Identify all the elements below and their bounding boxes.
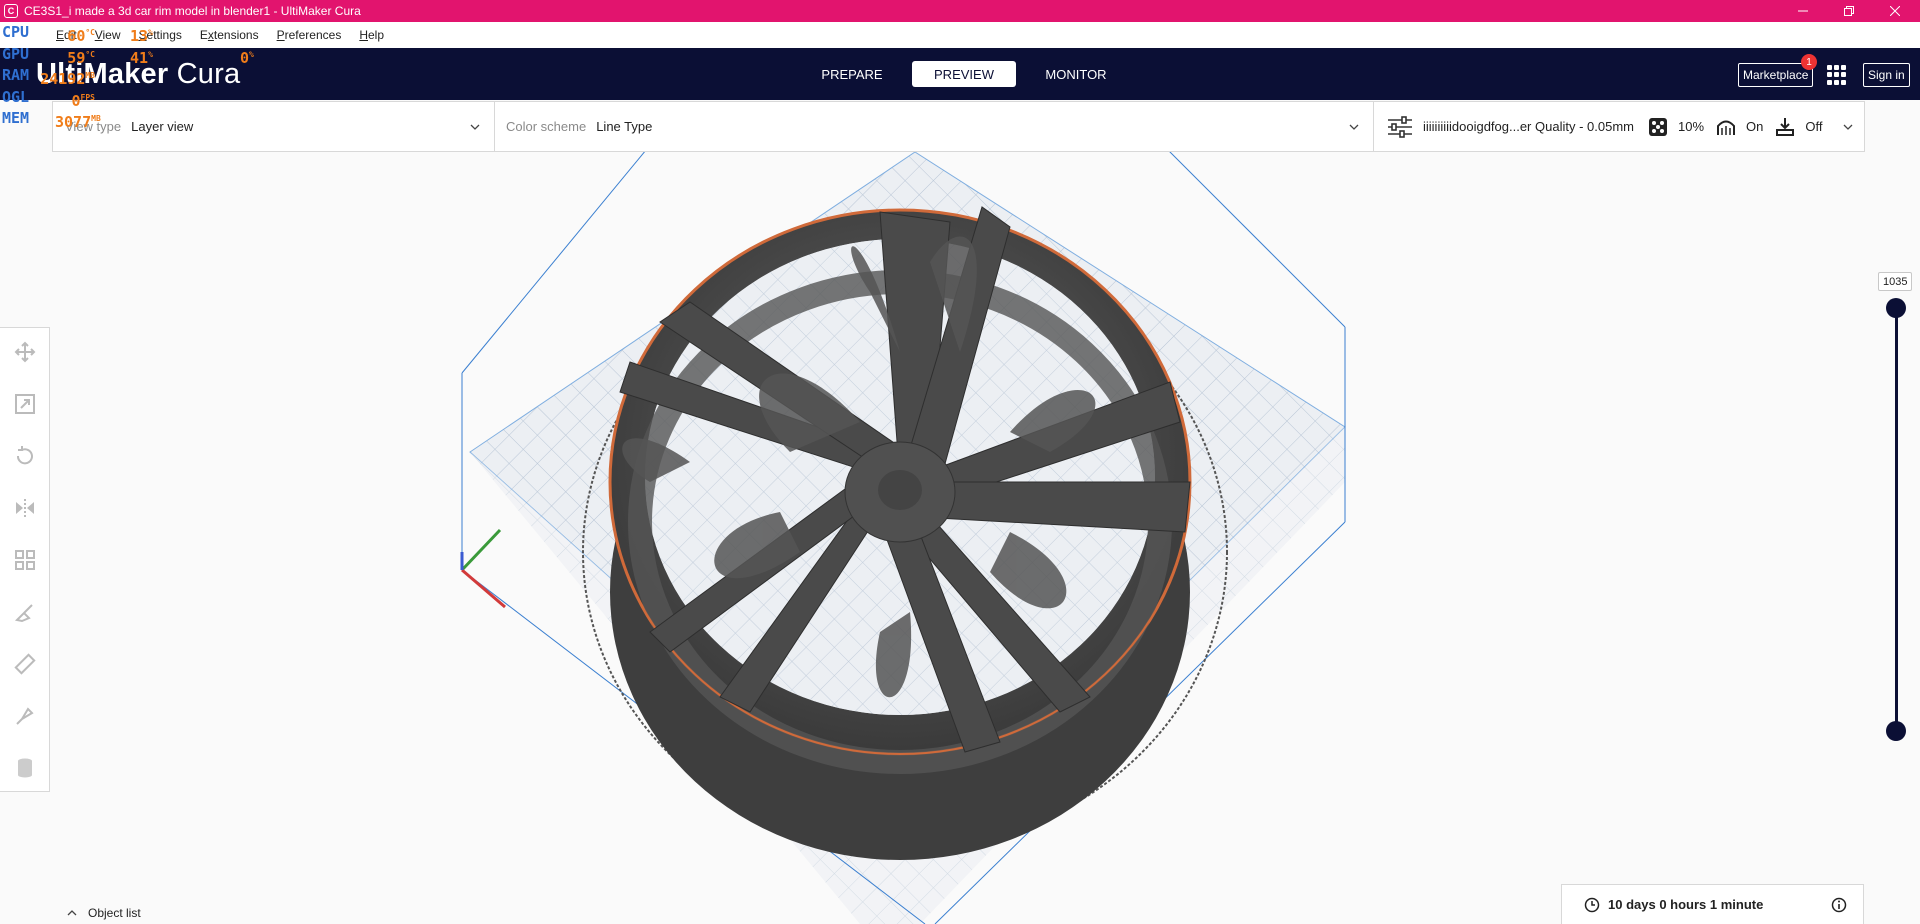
model-tools-toolbar: [0, 327, 50, 792]
rotate-tool-button[interactable]: [13, 444, 37, 468]
rim-model: [608, 206, 1192, 860]
paint-icon: [16, 707, 34, 725]
chevron-up-icon: [67, 910, 77, 916]
profile-name: iiiiiiiiiidooigdfog...er Quality - 0.05m…: [1423, 119, 1634, 134]
color-scheme-value: Line Type: [596, 119, 653, 134]
marketplace-notification-badge: 1: [1801, 54, 1817, 70]
cura-app-icon: C: [4, 4, 18, 18]
print-time-estimate: 10 days 0 hours 1 minute: [1608, 897, 1764, 912]
title-bar: C CE3S1_i made a 3d car rim model in ble…: [0, 0, 1920, 22]
per-model-settings-icon: [15, 550, 35, 570]
menu-preferences[interactable]: Preferences: [277, 28, 342, 42]
current-layer-label: 1035: [1878, 272, 1913, 291]
menu-view[interactable]: View: [95, 28, 121, 42]
sign-in-button[interactable]: Sign in: [1863, 63, 1910, 87]
layer-slider-upper-handle[interactable]: [1886, 298, 1906, 318]
3d-viewport[interactable]: [0, 152, 1920, 924]
adhesion-value: Off: [1805, 119, 1823, 134]
mirror-tool-button[interactable]: [13, 496, 37, 520]
stage-tabs: PREPARE PREVIEW MONITOR: [800, 61, 1128, 87]
move-tool-button[interactable]: [13, 340, 37, 364]
object-list-label: Object list: [88, 906, 141, 920]
infill-value: 10%: [1677, 119, 1705, 134]
support-icon: [1717, 120, 1736, 135]
app-header: UltiMaker Cura PREPARE PREVIEW MONITOR M…: [0, 48, 1920, 100]
print-estimate-panel: 10 days 0 hours 1 minute: [1561, 884, 1864, 924]
window-title: CE3S1_i made a 3d car rim model in blend…: [24, 4, 361, 18]
tab-monitor[interactable]: MONITOR: [1024, 61, 1128, 87]
menu-help[interactable]: Help: [359, 28, 384, 42]
info-icon[interactable]: [1831, 897, 1847, 913]
view-type-value: Layer view: [131, 119, 194, 134]
tab-preview[interactable]: PREVIEW: [912, 61, 1016, 87]
chevron-down-icon[interactable]: [468, 120, 482, 134]
color-scheme-dropdown[interactable]: Color scheme Line Type: [506, 102, 1206, 151]
restore-icon: [1844, 6, 1854, 16]
print-settings-panel-toggle[interactable]: iiiiiiiiiidooigdfog...er Quality - 0.05m…: [1387, 102, 1857, 151]
view-settings-bar: View type Layer view Color scheme Line T…: [52, 101, 1865, 152]
layer-slider-track[interactable]: [1895, 308, 1898, 731]
color-scheme-label: Color scheme: [506, 119, 587, 134]
axis-indicator: [460, 528, 506, 609]
applications-grid-icon[interactable]: [1827, 65, 1847, 85]
adhesion-icon: [1776, 117, 1795, 136]
view-type-dropdown[interactable]: View type Layer view: [65, 102, 495, 151]
infill-icon: [1648, 117, 1667, 136]
rotate-icon: [16, 446, 33, 465]
menu-extensions[interactable]: Extensions: [200, 28, 259, 42]
scale-icon: [15, 394, 35, 414]
support-blocker-icon: [14, 604, 33, 623]
per-model-settings-button[interactable]: [13, 548, 37, 572]
measure-icon: [14, 653, 36, 675]
chevron-down-icon[interactable]: [1347, 120, 1361, 134]
clock-icon: [1584, 897, 1600, 912]
support-blocker-button[interactable]: [13, 600, 37, 624]
cylinder-tool-button[interactable]: [13, 756, 37, 780]
support-value: On: [1746, 119, 1764, 134]
chevron-down-icon[interactable]: [1841, 120, 1855, 134]
cylinder-icon: [18, 758, 32, 778]
print-settings-icon: [1388, 115, 1412, 138]
tab-prepare[interactable]: PREPARE: [800, 61, 904, 87]
scale-tool-button[interactable]: [13, 392, 37, 416]
menu-bar: Edit View Settings Extensions Preference…: [0, 22, 1920, 48]
close-button[interactable]: [1872, 0, 1918, 22]
minimize-icon: [1798, 10, 1808, 12]
restore-button[interactable]: [1826, 0, 1872, 22]
close-icon: [1890, 6, 1900, 16]
object-list-toggle[interactable]: Object list: [66, 906, 141, 920]
layer-slider-lower-handle[interactable]: [1886, 721, 1906, 741]
paint-tool-button[interactable]: [13, 704, 37, 728]
move-icon: [14, 341, 36, 363]
mirror-icon: [16, 499, 34, 517]
minimize-button[interactable]: [1780, 0, 1826, 22]
measure-tool-button[interactable]: [13, 652, 37, 676]
